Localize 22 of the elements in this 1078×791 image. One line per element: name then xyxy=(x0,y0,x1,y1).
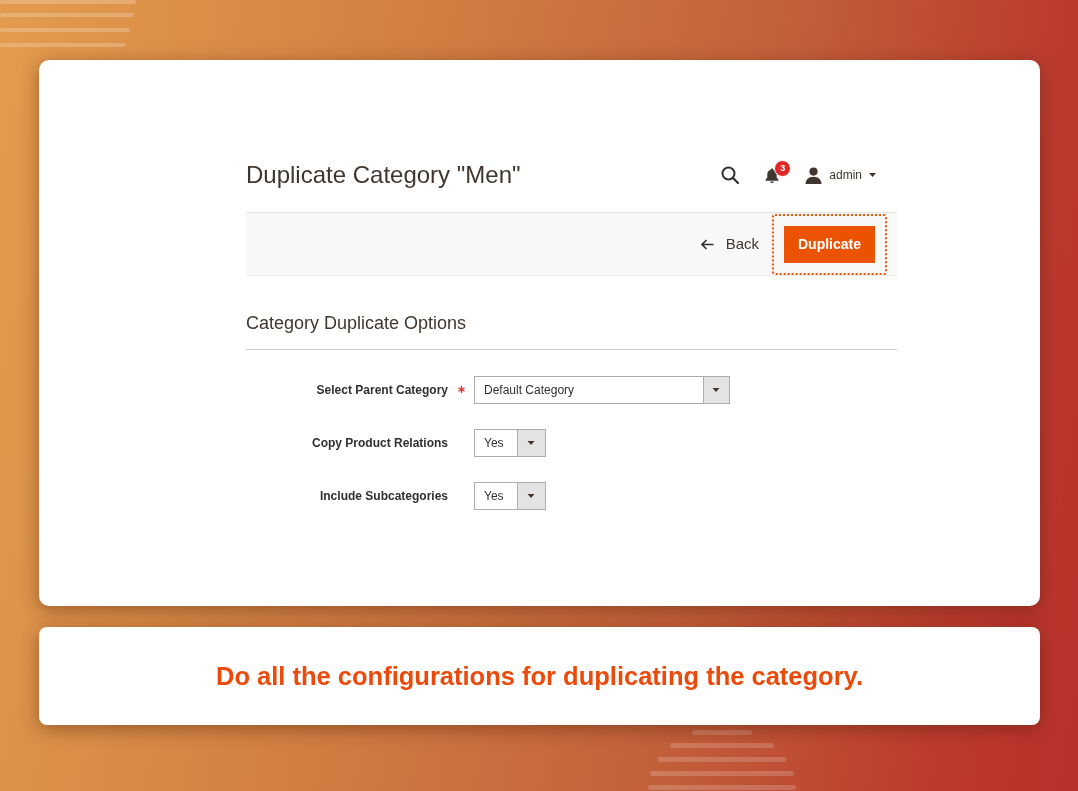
page-title: Duplicate Category "Men" xyxy=(246,160,521,190)
dropdown-caret-icon xyxy=(703,376,729,403)
notification-count: 3 xyxy=(774,159,792,177)
section-title: Category Duplicate Options xyxy=(246,313,897,350)
back-arrow-icon xyxy=(700,238,714,250)
user-menu[interactable]: admin xyxy=(805,166,876,184)
dropdown-caret-icon xyxy=(517,482,545,509)
duplicate-button[interactable]: Duplicate xyxy=(784,225,875,263)
caption-text: Do all the configurations for duplicating the category. xyxy=(216,660,863,692)
dropdown-caret-icon xyxy=(517,429,545,456)
select-field[interactable]: Yes xyxy=(474,428,546,457)
field-label: Include Subcategories xyxy=(318,487,448,505)
search-button[interactable] xyxy=(721,166,740,184)
user-icon xyxy=(805,166,823,184)
select-field[interactable]: Default Category xyxy=(474,375,730,404)
field-label: Select Parent Category xyxy=(315,381,448,399)
caret-icon xyxy=(869,173,876,177)
field-label: Copy Product Relations xyxy=(311,434,448,452)
back-button[interactable]: Back xyxy=(700,232,759,256)
select-field[interactable]: Yes xyxy=(474,481,546,510)
search-icon xyxy=(721,166,740,184)
bell-icon xyxy=(765,167,780,183)
